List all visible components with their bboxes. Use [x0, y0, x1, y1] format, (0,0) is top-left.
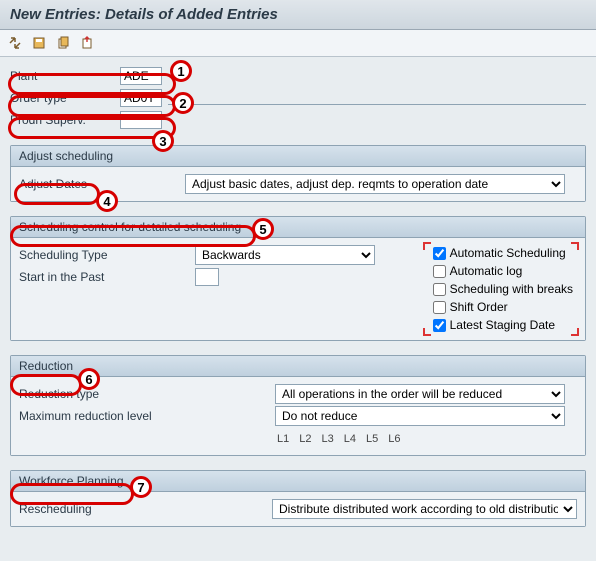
- highlight-corner: [571, 328, 579, 336]
- workforce-planning-group: Workforce Planning Rescheduling Distribu…: [10, 470, 586, 527]
- reduction-type-label: Reduction type: [19, 387, 269, 401]
- level-l2: L2: [299, 433, 311, 445]
- level-l6: L6: [388, 433, 400, 445]
- rescheduling-label: Rescheduling: [19, 502, 266, 516]
- plant-label: Plant: [10, 69, 120, 83]
- export-icon[interactable]: [78, 34, 96, 52]
- automatic-scheduling-label: Automatic Scheduling: [450, 246, 566, 260]
- shift-order-label: Shift Order: [450, 300, 508, 314]
- page-title: New Entries: Details of Added Entries: [0, 0, 596, 30]
- highlight-corner: [423, 242, 431, 250]
- save-icon[interactable]: [30, 34, 48, 52]
- scheduling-breaks-check[interactable]: Scheduling with breaks: [433, 282, 573, 296]
- adjust-dates-label: Adjust Dates: [19, 177, 179, 191]
- automatic-log-check[interactable]: Automatic log: [433, 264, 573, 278]
- scheduling-breaks-checkbox[interactable]: [433, 283, 446, 296]
- reduction-title: Reduction: [11, 356, 585, 377]
- level-l5: L5: [366, 433, 378, 445]
- max-reduction-select[interactable]: Do not reduce: [275, 406, 565, 426]
- adjust-dates-select[interactable]: Adjust basic dates, adjust dep. reqmts t…: [185, 174, 565, 194]
- divider: [168, 104, 586, 105]
- scheduling-type-label: Scheduling Type: [19, 248, 189, 262]
- toggle-icon[interactable]: [6, 34, 24, 52]
- automatic-scheduling-check[interactable]: Automatic Scheduling: [433, 246, 573, 260]
- workforce-planning-title: Workforce Planning: [11, 471, 585, 492]
- rescheduling-select[interactable]: Distribute distributed work according to…: [272, 499, 577, 519]
- order-type-label: Order type: [10, 91, 120, 105]
- highlight-corner: [571, 242, 579, 250]
- level-l1: L1: [277, 433, 289, 445]
- plant-input[interactable]: [120, 67, 162, 85]
- automatic-log-label: Automatic log: [450, 264, 523, 278]
- scheduling-control-title: Scheduling control for detailed scheduli…: [11, 217, 585, 238]
- reduction-levels: L1 L2 L3 L4 L5 L6: [277, 433, 401, 445]
- max-reduction-label: Maximum reduction level: [19, 409, 269, 423]
- adjust-scheduling-group: Adjust scheduling Adjust Dates Adjust ba…: [10, 145, 586, 202]
- latest-staging-check[interactable]: Latest Staging Date: [433, 318, 573, 332]
- latest-staging-label: Latest Staging Date: [450, 318, 555, 332]
- scheduling-type-select[interactable]: Backwards: [195, 245, 375, 265]
- prodn-superv-input[interactable]: [120, 111, 162, 129]
- highlight-corner: [423, 328, 431, 336]
- copy-icon[interactable]: [54, 34, 72, 52]
- scheduling-control-group: Scheduling control for detailed scheduli…: [10, 216, 586, 341]
- shift-order-check[interactable]: Shift Order: [433, 300, 573, 314]
- level-l3: L3: [322, 433, 334, 445]
- latest-staging-checkbox[interactable]: [433, 319, 446, 332]
- start-in-past-label: Start in the Past: [19, 270, 189, 284]
- start-in-past-input[interactable]: [195, 268, 219, 286]
- reduction-type-select[interactable]: All operations in the order will be redu…: [275, 384, 565, 404]
- reduction-group: Reduction Reduction type All operations …: [10, 355, 586, 456]
- order-type-input[interactable]: [120, 89, 162, 107]
- scheduling-breaks-label: Scheduling with breaks: [450, 282, 573, 296]
- prodn-superv-label: Prodn Superv.: [10, 113, 120, 127]
- level-l4: L4: [344, 433, 356, 445]
- automatic-scheduling-checkbox[interactable]: [433, 247, 446, 260]
- shift-order-checkbox[interactable]: [433, 301, 446, 314]
- toolbar: [0, 30, 596, 57]
- adjust-scheduling-title: Adjust scheduling: [11, 146, 585, 167]
- automatic-log-checkbox[interactable]: [433, 265, 446, 278]
